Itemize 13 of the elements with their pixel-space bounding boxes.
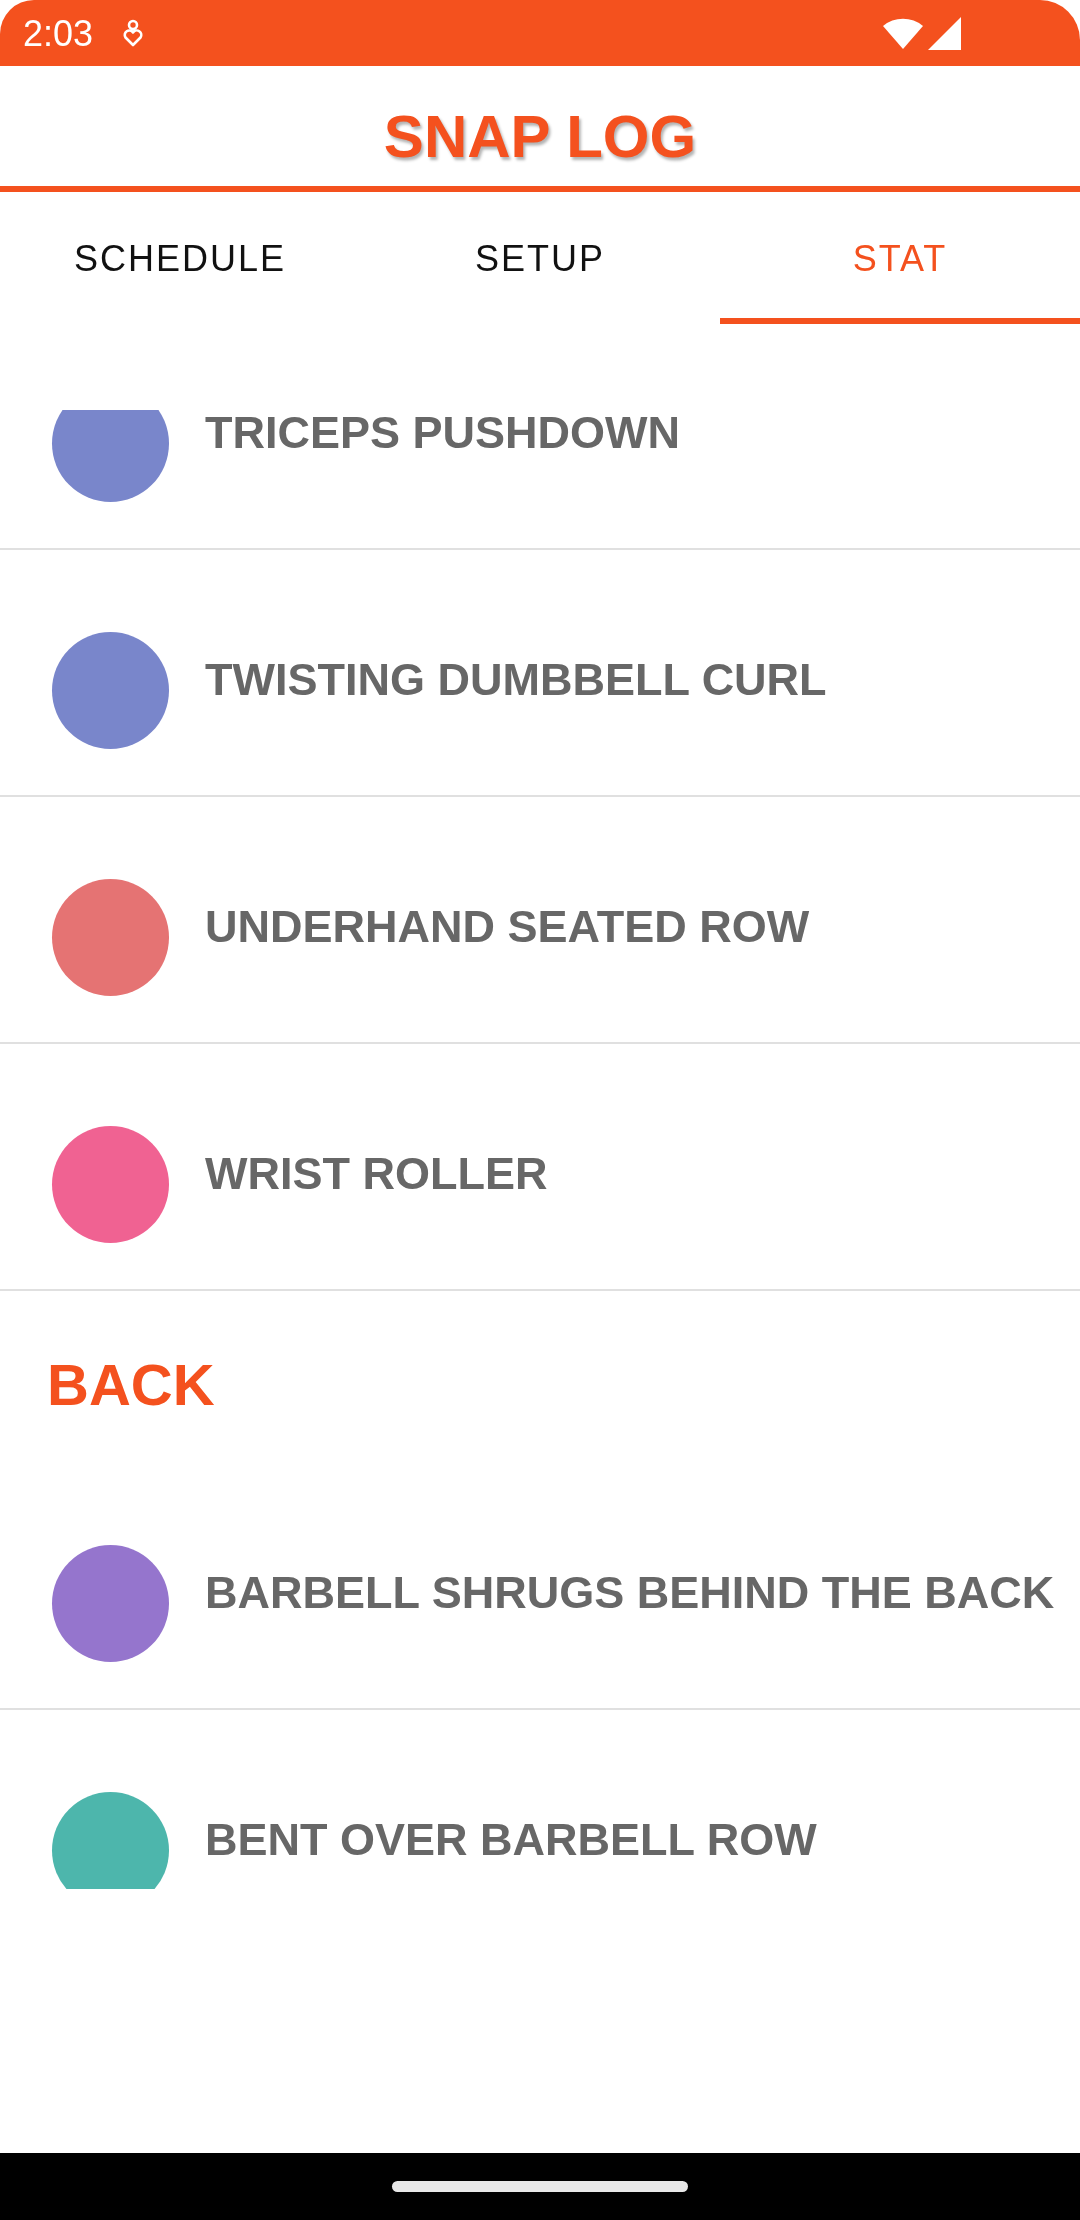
wifi-icon — [883, 17, 923, 49]
exercise-name[interactable]: BARBELL SHRUGS BEHIND THE BACK — [205, 1570, 1055, 1615]
exercise-name[interactable]: UNDERHAND SEATED ROW — [205, 904, 810, 949]
status-time: 2:03 — [23, 16, 94, 52]
exercise-name[interactable]: BENT OVER BARBELL ROW — [205, 1817, 817, 1862]
app-title: SNAP LOG — [383, 107, 697, 167]
heart-icon — [122, 19, 145, 47]
exercise-name[interactable]: TRICEPS PUSHDOWN — [205, 410, 681, 455]
signal-icon — [928, 16, 961, 50]
exercise-name[interactable]: WRIST ROLLER — [205, 1151, 548, 1196]
exercise-name[interactable]: TWISTING DUMBBELL CURL — [205, 657, 827, 702]
section-title: BACK — [47, 1356, 215, 1414]
home-handle[interactable] — [392, 2181, 688, 2192]
